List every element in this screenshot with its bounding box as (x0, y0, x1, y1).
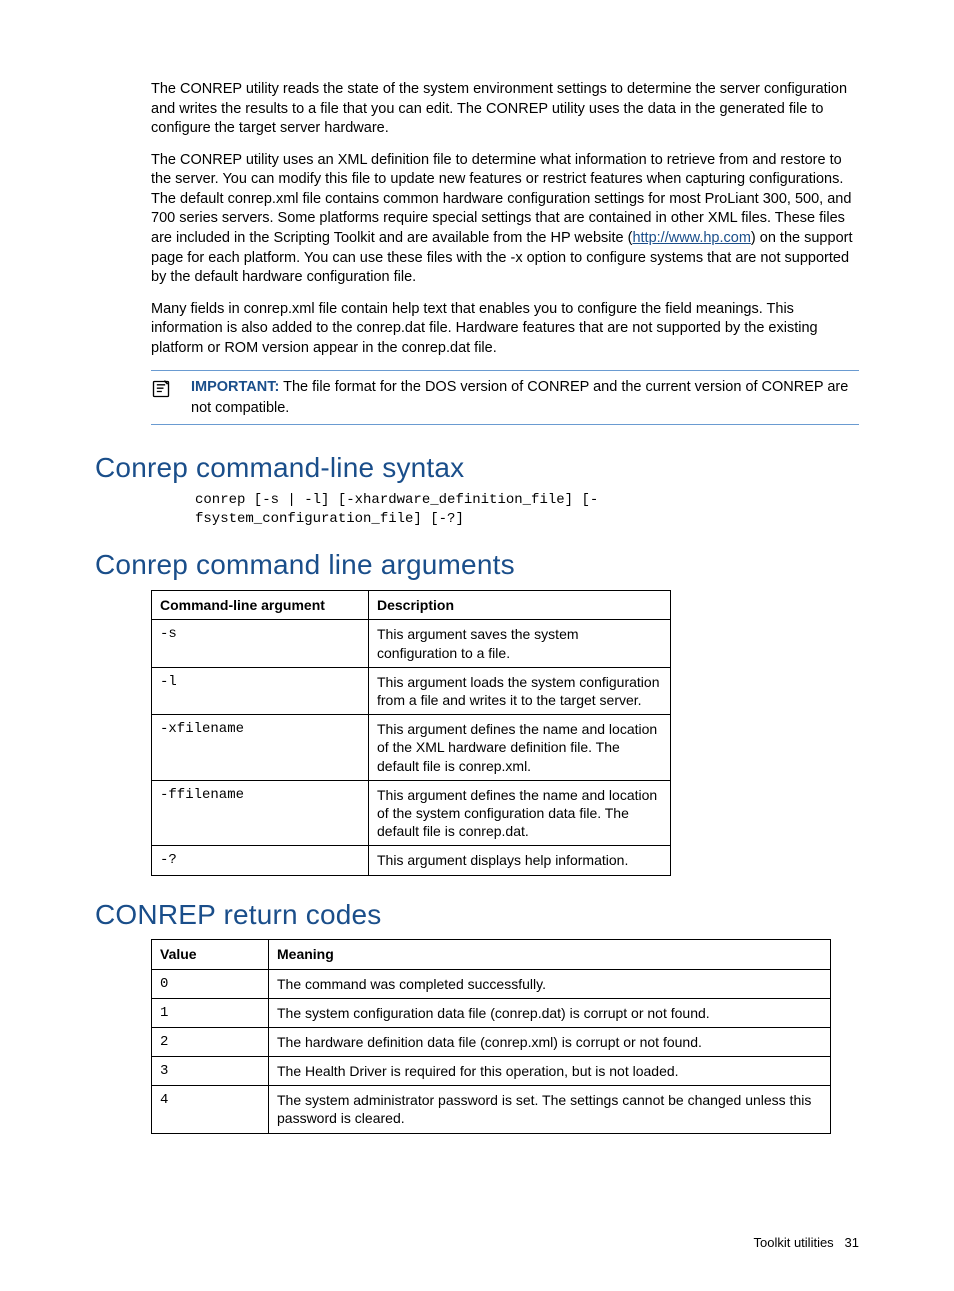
mean-cell: The system administrator password is set… (269, 1086, 831, 1133)
footer-section: Toolkit utilities (753, 1235, 833, 1250)
important-text: The file format for the DOS version of C… (191, 379, 848, 415)
page-footer: Toolkit utilities 31 (95, 1234, 859, 1252)
syntax-heading: Conrep command-line syntax (95, 449, 859, 487)
val-cell: 2 (152, 1027, 269, 1056)
table-row: 2 The hardware definition data file (con… (152, 1027, 831, 1056)
args-header-desc: Description (369, 591, 671, 620)
arg-cell: -ffilename (152, 780, 369, 846)
footer-page: 31 (845, 1235, 859, 1250)
important-icon (151, 379, 171, 406)
table-row: -l This argument loads the system config… (152, 667, 671, 714)
arguments-table: Command-line argument Description -s Thi… (151, 590, 671, 875)
mean-cell: The system configuration data file (conr… (269, 998, 831, 1027)
args-header-arg: Command-line argument (152, 591, 369, 620)
table-row: -? This argument displays help informati… (152, 846, 671, 875)
intro-paragraph-2: The CONREP utility uses an XML definitio… (95, 151, 859, 288)
arg-cell: -? (152, 846, 369, 875)
important-callout: IMPORTANT: The file format for the DOS v… (151, 370, 859, 425)
val-cell: 0 (152, 969, 269, 998)
val-cell: 4 (152, 1086, 269, 1133)
desc-cell: This argument saves the system configura… (369, 620, 671, 667)
table-row: -s This argument saves the system config… (152, 620, 671, 667)
desc-cell: This argument defines the name and locat… (369, 715, 671, 781)
ret-header-val: Value (152, 940, 269, 969)
intro-paragraph-1: The CONREP utility reads the state of th… (95, 80, 859, 139)
val-cell: 1 (152, 998, 269, 1027)
table-row: 4 The system administrator password is s… (152, 1086, 831, 1133)
arg-cell: -s (152, 620, 369, 667)
hp-link[interactable]: http://www.hp.com (632, 230, 750, 246)
val-cell: 3 (152, 1057, 269, 1086)
args-heading: Conrep command line arguments (95, 546, 859, 584)
intro-paragraph-3: Many fields in conrep.xml file contain h… (95, 300, 859, 359)
important-label: IMPORTANT: (191, 379, 279, 395)
desc-cell: This argument defines the name and locat… (369, 780, 671, 846)
desc-cell: This argument displays help information. (369, 846, 671, 875)
syntax-code: conrep [-s | -l] [-xhardware_definition_… (195, 491, 859, 529)
mean-cell: The command was completed successfully. (269, 969, 831, 998)
table-row: 3 The Health Driver is required for this… (152, 1057, 831, 1086)
table-row: 1 The system configuration data file (co… (152, 998, 831, 1027)
arg-cell: -xfilename (152, 715, 369, 781)
mean-cell: The hardware definition data file (conre… (269, 1027, 831, 1056)
arg-cell: -l (152, 667, 369, 714)
return-codes-table: Value Meaning 0 The command was complete… (151, 939, 831, 1133)
table-row: 0 The command was completed successfully… (152, 969, 831, 998)
ret-header-mean: Meaning (269, 940, 831, 969)
return-heading: CONREP return codes (95, 896, 859, 934)
table-row: -ffilename This argument defines the nam… (152, 780, 671, 846)
table-row: -xfilename This argument defines the nam… (152, 715, 671, 781)
desc-cell: This argument loads the system configura… (369, 667, 671, 714)
mean-cell: The Health Driver is required for this o… (269, 1057, 831, 1086)
